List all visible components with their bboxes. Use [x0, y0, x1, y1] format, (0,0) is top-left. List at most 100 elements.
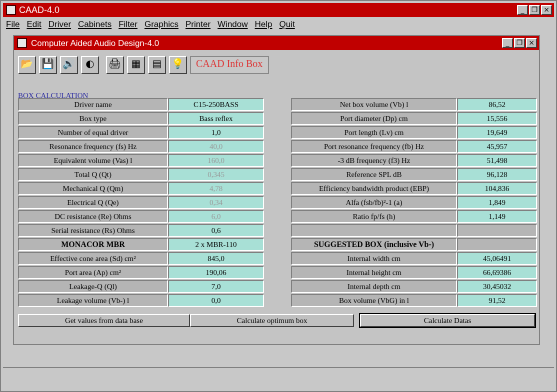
param-value-field[interactable]: 6,0 [168, 210, 264, 223]
lightbulb-icon[interactable]: 💡 [169, 56, 187, 74]
param-value-field[interactable]: 1,0 [168, 126, 264, 139]
result-row: Internal width cm 45,06491 [291, 252, 537, 265]
param-label: Electrical Q (Qe) [18, 196, 168, 209]
result-label: Efficiency bandwidth product (EBP) [291, 182, 457, 195]
param-label: Port area (Ap) cm² [18, 266, 168, 279]
info-box-button[interactable]: CAAD Info Box [190, 56, 269, 74]
param-value-field[interactable]: 0,6 [168, 224, 264, 237]
param-label: MONACOR MBR [18, 238, 168, 251]
param-value-field[interactable]: 2 x MBR-110 [168, 238, 264, 251]
result-label: Port resonance frequency (fb) Hz [291, 140, 457, 153]
child-minimize-icon[interactable]: _ [502, 38, 513, 48]
result-row: Efficiency bandwidth product (EBP) 104,83… [291, 182, 537, 195]
input-row: Box type Bass reflex [18, 112, 264, 125]
result-value: 1,149 [457, 210, 537, 223]
result-row: Box volume (VbG) in l 91,52 [291, 294, 537, 307]
main-window: CAAD-4.0 _ ❐ × File Edit Driver Cabinets… [0, 0, 557, 392]
menu-file[interactable]: File [6, 18, 20, 31]
param-label: Equivalent volume (Vas) l [18, 154, 168, 167]
input-row: Mechanical Q (Qm) 4,78 [18, 182, 264, 195]
result-value: 66,69386 [457, 266, 537, 279]
result-label: -3 dB frequency (f3) Hz [291, 154, 457, 167]
result-value: 91,52 [457, 294, 537, 307]
result-row: Ratio fp/fs (h) 1,149 [291, 210, 537, 223]
printer-icon[interactable]: 🖨 [106, 56, 124, 74]
result-value [457, 224, 537, 237]
calc-datas-button[interactable]: Calculate Datas [359, 313, 536, 328]
result-value: 86,52 [457, 98, 537, 111]
param-value-field[interactable]: 845,0 [168, 252, 264, 265]
child-restore-icon[interactable]: ❐ [514, 38, 525, 48]
param-value-field[interactable]: 190,06 [168, 266, 264, 279]
result-label [291, 224, 457, 237]
input-row: Equivalent volume (Vas) l 160,0 [18, 154, 264, 167]
menu-filter[interactable]: Filter [119, 18, 138, 31]
result-row: -3 dB frequency (f3) Hz 51,498 [291, 154, 537, 167]
menu-help[interactable]: Help [255, 18, 272, 31]
calc-optimum-button[interactable]: Calculate optimum box [190, 314, 354, 327]
param-value-field[interactable]: 160,0 [168, 154, 264, 167]
menu-window[interactable]: Window [218, 18, 248, 31]
input-row: Port area (Ap) cm² 190,06 [18, 266, 264, 279]
result-row: Port resonance frequency (fb) Hz 45,957 [291, 140, 537, 153]
param-label: Resonance frequency (fs) Hz [18, 140, 168, 153]
title-bar[interactable]: CAAD-4.0 _ ❐ × [3, 3, 554, 17]
child-close-icon[interactable]: × [526, 38, 537, 48]
result-label: Internal height cm [291, 266, 457, 279]
close-icon[interactable]: × [541, 5, 552, 15]
result-label: Alfa (fsb/fb)²-1 (a) [291, 196, 457, 209]
result-row: Internal height cm 66,69386 [291, 266, 537, 279]
param-value-field[interactable]: 40,0 [168, 140, 264, 153]
result-label: Net box volume (Vb) l [291, 98, 457, 111]
result-row: Reference SPL dB 96,128 [291, 168, 537, 181]
input-row: Leakage-Q (Ql) 7,0 [18, 280, 264, 293]
menu-edit[interactable]: Edit [27, 18, 42, 31]
vent-icon[interactable]: ◐ [81, 56, 99, 74]
restore-icon[interactable]: ❐ [529, 5, 540, 15]
calc-grid: Driver name C15-250BASS Box type Bass refle… [18, 98, 537, 312]
menu-cabinets[interactable]: Cabinets [78, 18, 112, 31]
param-value-field[interactable]: 7,0 [168, 280, 264, 293]
open-file-icon[interactable]: 📂 [18, 56, 36, 74]
child-title: Computer Aided Audio Design-4.0 [31, 38, 160, 48]
param-value-field[interactable]: C15-250BASS [168, 98, 264, 111]
result-row: Net box volume (Vb) l 86,52 [291, 98, 537, 111]
save-disk-icon[interactable]: 💾 [39, 56, 57, 74]
param-value-field[interactable]: Bass reflex [168, 112, 264, 125]
grid-icon[interactable]: ▦ [127, 56, 145, 74]
result-value: 19,649 [457, 126, 537, 139]
status-bar [3, 367, 554, 389]
result-row: Port length (Lv) cm 19,649 [291, 126, 537, 139]
app-icon[interactable] [6, 5, 16, 15]
speaker-icon[interactable]: 🔊 [60, 56, 78, 74]
child-app-icon[interactable] [17, 38, 27, 48]
input-row: DC resistance (Re) Ohms 6,0 [18, 210, 264, 223]
input-row: Resonance frequency (fs) Hz 40,0 [18, 140, 264, 153]
param-value-field[interactable]: 0,0 [168, 294, 264, 307]
input-row: MONACOR MBR 2 x MBR-110 [18, 238, 264, 251]
result-value: 1,849 [457, 196, 537, 209]
menu-graphics[interactable]: Graphics [144, 18, 178, 31]
chart-icon[interactable]: ▤ [148, 56, 166, 74]
child-title-bar[interactable]: Computer Aided Audio Design-4.0 _ ❐ × [14, 36, 539, 50]
input-row: Total Q (Qt) 0,345 [18, 168, 264, 181]
param-label: Total Q (Qt) [18, 168, 168, 181]
result-label: Port diameter (Dp) cm [291, 112, 457, 125]
param-value-field[interactable]: 0,34 [168, 196, 264, 209]
result-row [291, 224, 537, 237]
param-value-field[interactable]: 0,345 [168, 168, 264, 181]
result-row: Alfa (fsb/fb)²-1 (a) 1,849 [291, 196, 537, 209]
param-label: Box type [18, 112, 168, 125]
result-value [457, 238, 537, 251]
get-values-button[interactable]: Get values from data base [18, 314, 190, 327]
result-value: 104,836 [457, 182, 537, 195]
minimize-icon[interactable]: _ [517, 5, 528, 15]
menu-quit[interactable]: Quit [279, 18, 295, 31]
input-row: Leakage volume (Vb-) l 0,0 [18, 294, 264, 307]
param-value-field[interactable]: 4,78 [168, 182, 264, 195]
menu-driver[interactable]: Driver [48, 18, 71, 31]
input-row: Effective cone area (Sd) cm² 845,0 [18, 252, 264, 265]
window-controls: _ ❐ × [517, 5, 552, 15]
menu-bar: File Edit Driver Cabinets Filter Graphic… [3, 18, 554, 31]
menu-printer[interactable]: Printer [186, 18, 211, 31]
